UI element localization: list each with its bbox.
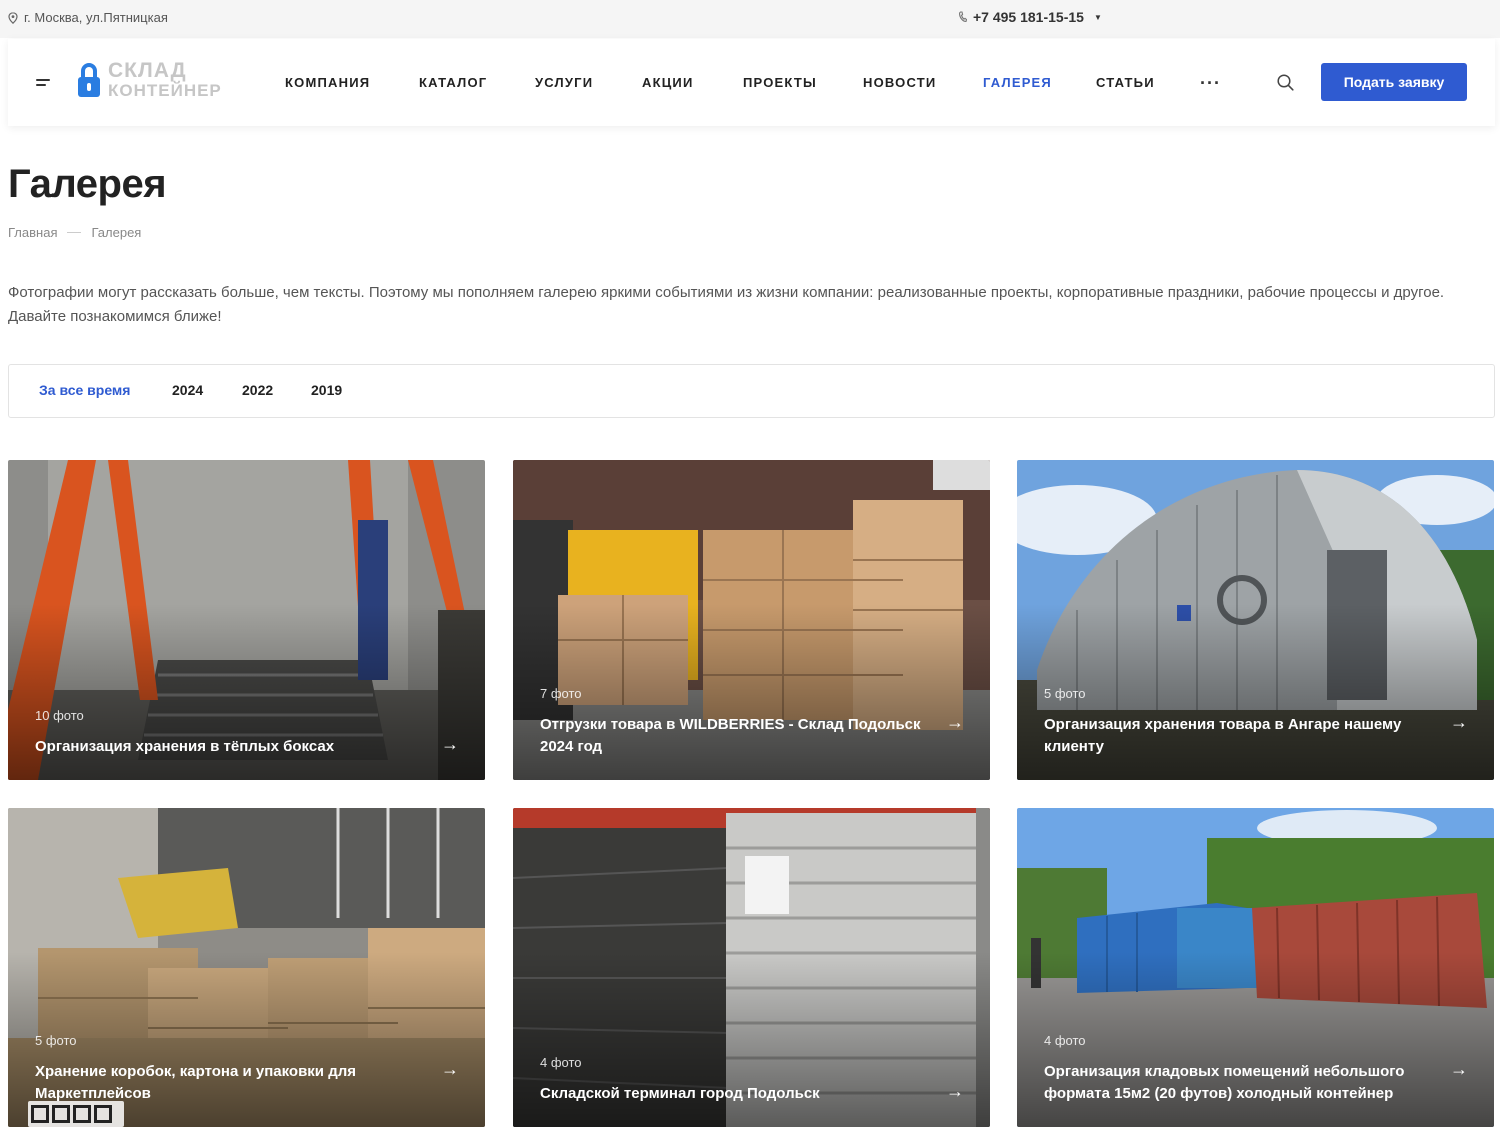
tab-all-time[interactable]: За все время: [39, 382, 130, 398]
logo-line-2: КОНТЕЙНЕР: [108, 81, 222, 100]
more-menu-icon[interactable]: ···: [1200, 73, 1221, 94]
card-title: Организация кладовых помещений небольшог…: [1044, 1063, 1405, 1102]
gallery-card[interactable]: 10 фото Организация хранения в тёплых бо…: [8, 460, 485, 780]
logo-line-1: СКЛАД: [108, 59, 187, 82]
search-icon[interactable]: [1277, 74, 1294, 91]
breadcrumb: Главная Галерея: [8, 225, 141, 240]
tab-2022[interactable]: 2022: [242, 382, 273, 398]
menu-icon[interactable]: [36, 79, 50, 87]
gallery-card[interactable]: 7 фото Отгрузки товара в WILDBERRIES - С…: [513, 460, 990, 780]
arrow-right-icon: →: [441, 734, 459, 754]
nav-item-news[interactable]: НОВОСТИ: [863, 75, 936, 90]
gallery-card[interactable]: 5 фото Организация хранения товара в Анг…: [1017, 460, 1494, 780]
photo-count: 4 фото: [540, 1055, 582, 1070]
gallery-card[interactable]: 4 фото Складской терминал город Подольск…: [513, 808, 990, 1127]
nav-item-projects[interactable]: ПРОЕКТЫ: [743, 75, 817, 90]
tab-2019[interactable]: 2019: [311, 382, 342, 398]
location-pin-icon: [8, 11, 18, 24]
page-title: Галерея: [8, 162, 167, 206]
top-bar: г. Москва, ул.Пятницкая +7 495 181-15-15…: [0, 0, 1500, 38]
photo-count: 4 фото: [1044, 1033, 1086, 1048]
nav-item-services[interactable]: УСЛУГИ: [535, 75, 593, 90]
submit-request-button[interactable]: Подать заявку: [1321, 63, 1467, 101]
intro-text: Фотографии могут рассказать больше, чем …: [8, 284, 1445, 325]
photo-count: 10 фото: [35, 708, 84, 723]
card-title: Организация хранения товара в Ангаре наш…: [1044, 716, 1402, 755]
card-title: Отгрузки товара в WILDBERRIES - Склад По…: [540, 716, 921, 755]
main-header: СКЛАД КОНТЕЙНЕР КОМПАНИЯ КАТАЛОГ УСЛУГИ …: [8, 39, 1495, 126]
arrow-right-icon: →: [441, 1059, 459, 1079]
address-text: г. Москва, ул.Пятницкая: [24, 10, 168, 25]
gallery-card[interactable]: 5 фото Хранение коробок, картона и упако…: [8, 808, 485, 1127]
address[interactable]: г. Москва, ул.Пятницкая: [8, 10, 168, 25]
nav-item-articles[interactable]: СТАТЬИ: [1096, 75, 1155, 90]
arrow-right-icon: →: [946, 712, 964, 732]
photo-count: 5 фото: [1044, 686, 1086, 701]
tab-2024[interactable]: 2024: [172, 382, 203, 398]
card-title: Складской терминал город Подольск: [540, 1085, 820, 1102]
nav-item-gallery[interactable]: ГАЛЕРЕЯ: [983, 75, 1052, 90]
gallery-card[interactable]: 4 фото Организация кладовых помещений не…: [1017, 808, 1494, 1127]
card-title: Организация хранения в тёплых боксах: [35, 738, 335, 755]
nav-item-promotions[interactable]: АКЦИИ: [642, 75, 694, 90]
nav-item-catalog[interactable]: КАТАЛОГ: [419, 75, 487, 90]
arrow-right-icon: →: [946, 1081, 964, 1101]
logo[interactable]: СКЛАД КОНТЕЙНЕР: [78, 59, 222, 101]
phone-dropdown[interactable]: +7 495 181-15-15 ▼: [958, 9, 1102, 25]
qr-code-icon: [28, 1101, 124, 1127]
lock-icon: [78, 63, 100, 99]
phone-icon: [959, 11, 967, 23]
photo-count: 7 фото: [540, 686, 582, 701]
breadcrumb-separator: [67, 232, 82, 233]
nav-item-company[interactable]: КОМПАНИЯ: [285, 75, 370, 90]
arrow-right-icon: →: [1450, 1059, 1468, 1079]
breadcrumb-home[interactable]: Главная: [8, 225, 57, 240]
breadcrumb-current: Галерея: [91, 225, 142, 240]
year-filter: За все время 2024 2022 2019: [8, 364, 1495, 418]
arrow-right-icon: →: [1450, 712, 1468, 732]
photo-count: 5 фото: [35, 1033, 77, 1048]
card-title: Хранение коробок, картона и упаковки для…: [35, 1063, 356, 1102]
chevron-down-icon: ▼: [1093, 12, 1102, 22]
phone-number: +7 495 181-15-15: [973, 9, 1084, 25]
